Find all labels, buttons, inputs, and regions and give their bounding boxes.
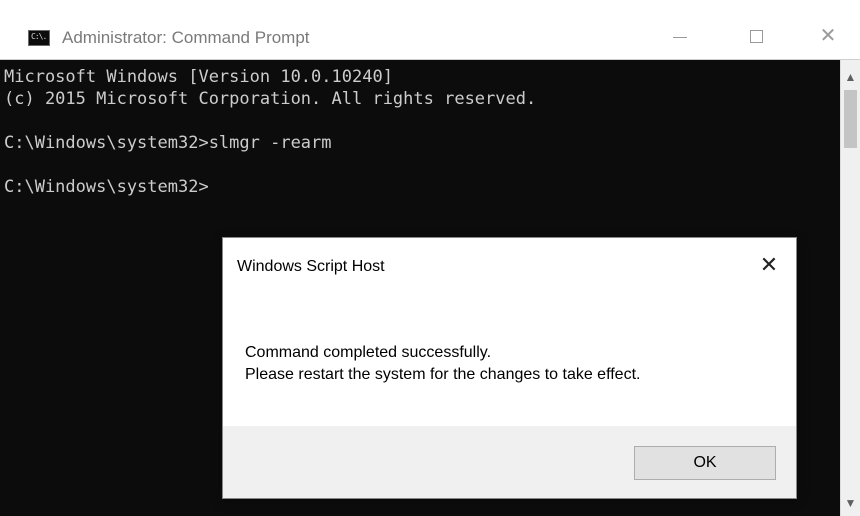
command-prompt-icon-label: C:\. <box>31 32 47 41</box>
dialog-message-line: Command completed successfully. <box>245 344 492 361</box>
dialog-footer: OK <box>223 426 796 498</box>
minimize-button[interactable] <box>658 18 702 54</box>
scroll-thumb[interactable] <box>844 90 857 148</box>
dialog-title: Windows Script Host <box>237 258 385 275</box>
close-icon: ✕ <box>819 25 837 47</box>
dialog-close-icon[interactable]: ✕ <box>756 250 782 280</box>
scroll-down-icon[interactable]: ▼ <box>841 494 860 512</box>
title-bar[interactable]: C:\. Administrator: Command Prompt ✕ <box>0 0 860 60</box>
maximize-icon <box>749 29 763 43</box>
dialog-message: Command completed successfully. Please r… <box>245 342 640 386</box>
scroll-up-icon[interactable]: ▲ <box>841 68 860 86</box>
console-text: Microsoft Windows [Version 10.0.10240] (… <box>0 60 840 198</box>
command-prompt-window: C:\. Administrator: Command Prompt ✕ Mic… <box>0 0 860 516</box>
message-dialog: Windows Script Host ✕ Command completed … <box>222 237 797 499</box>
minimize-icon <box>673 36 687 38</box>
console-line: C:\Windows\system32>slmgr -rearm <box>4 133 332 153</box>
maximize-button[interactable] <box>734 18 778 54</box>
console-prompt: C:\Windows\system32> <box>4 177 209 197</box>
console-line: Microsoft Windows [Version 10.0.10240] <box>4 67 393 87</box>
command-prompt-icon: C:\. <box>28 30 50 46</box>
dialog-message-line: Please restart the system for the change… <box>245 366 641 383</box>
close-button[interactable]: ✕ <box>806 18 850 54</box>
console-line: (c) 2015 Microsoft Corporation. All righ… <box>4 89 537 109</box>
window-title: Administrator: Command Prompt <box>62 28 310 47</box>
ok-button[interactable]: OK <box>634 446 776 480</box>
vertical-scrollbar[interactable]: ▲ ▼ <box>840 60 860 516</box>
